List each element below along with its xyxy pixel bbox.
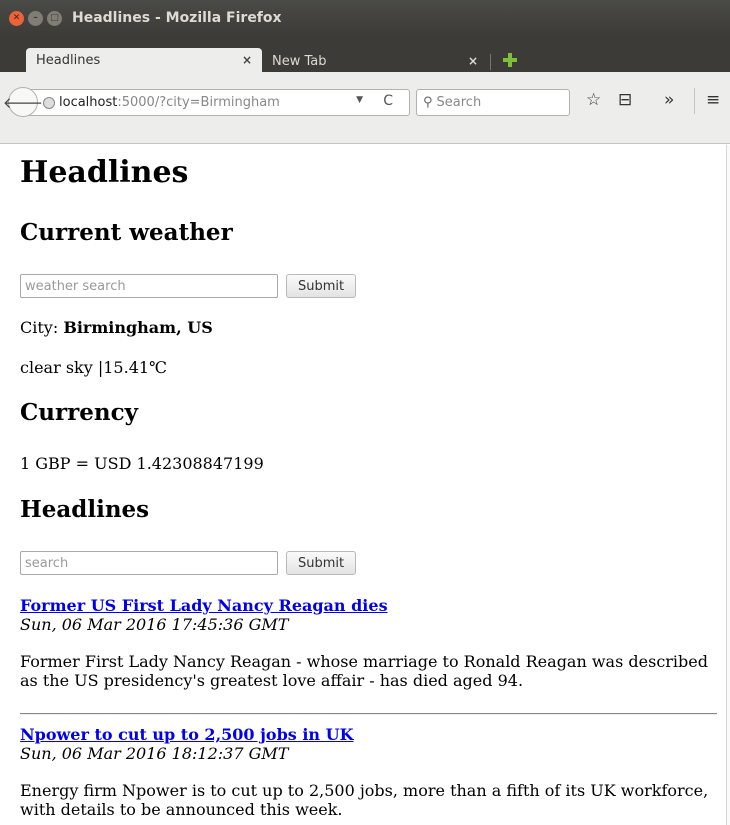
headlines-search-input[interactable] [20, 551, 278, 575]
weather-form: Submit [20, 274, 357, 298]
window-controls: ✕ – □ [9, 10, 62, 26]
weather-search-input[interactable] [20, 274, 278, 298]
tab-label: New Tab [272, 53, 327, 69]
reading-list-icon[interactable]: ⊟ [618, 90, 632, 110]
city-value: Birmingham, US [63, 318, 213, 337]
tab-separator [490, 54, 491, 70]
window-title: Headlines - Mozilla Firefox [72, 10, 282, 26]
article-link[interactable]: Npower to cut up to 2,500 jobs in UK [20, 725, 717, 744]
hamburger-menu-icon[interactable]: ≡ [706, 90, 720, 110]
headlines-form: Submit [20, 551, 357, 575]
reload-icon[interactable]: C [383, 93, 393, 109]
search-bar[interactable]: ⚲ [416, 89, 570, 116]
weather-conditions: clear sky |15.41℃ [20, 358, 167, 377]
page-title: Headlines [20, 155, 189, 190]
back-button[interactable]: 🡐 [3, 87, 43, 117]
page-viewport[interactable]: Headlines Current weather Submit City: B… [0, 145, 730, 825]
window-maximize-icon[interactable]: □ [47, 10, 62, 26]
weather-heading: Current weather [20, 219, 233, 246]
tab-strip: Headlines × New Tab × [0, 36, 730, 72]
tab-close-icon[interactable]: × [468, 54, 478, 68]
tab-label: Headlines [36, 52, 101, 68]
url-path: :5000/?city=Birmingham [117, 95, 280, 110]
city-line: City: Birmingham, US [20, 318, 213, 337]
article-item: Former US First Lady Nancy Reagan dies S… [20, 596, 717, 690]
window-minimize-icon[interactable]: – [28, 10, 43, 26]
toolbar-separator [694, 88, 695, 114]
scrollbar[interactable] [726, 145, 730, 825]
article-item: Npower to cut up to 2,500 jobs in UK Sun… [20, 725, 717, 819]
headlines-heading: Headlines [20, 496, 150, 523]
article-date: Sun, 06 Mar 2016 17:45:36 GMT [20, 615, 289, 634]
new-tab-button[interactable] [500, 50, 520, 70]
currency-heading: Currency [20, 399, 138, 426]
search-icon: ⚲ [423, 95, 433, 110]
url-host: localhost [59, 95, 118, 110]
navigation-toolbar: localhost:5000/?city=Birmingham ▼ C 🡐 ⚲ … [0, 72, 730, 144]
tab-close-icon[interactable]: × [242, 53, 252, 67]
window-close-icon[interactable]: ✕ [9, 10, 24, 26]
back-arrow-icon: 🡐 [2, 93, 44, 112]
url-dropdown-icon[interactable]: ▼ [356, 95, 363, 105]
article-divider [20, 713, 717, 715]
article-link[interactable]: Former US First Lady Nancy Reagan dies [20, 596, 717, 615]
currency-rate: 1 GBP = USD 1.42308847199 [20, 454, 264, 473]
search-input[interactable] [436, 95, 557, 110]
article-description: Energy firm Npower is to cut up to 2,500… [20, 781, 709, 819]
plus-icon [503, 53, 517, 67]
url-bar[interactable]: localhost:5000/?city=Birmingham ▼ C [24, 89, 410, 116]
article-description: Former First Lady Nancy Reagan - whose m… [20, 652, 708, 690]
tab-headlines[interactable]: Headlines × [26, 48, 262, 72]
article-date: Sun, 06 Mar 2016 18:12:37 GMT [20, 744, 289, 763]
site-identity-icon[interactable] [43, 96, 55, 109]
headlines-submit-button[interactable]: Submit [286, 551, 357, 575]
window-titlebar: ✕ – □ Headlines - Mozilla Firefox [0, 0, 730, 36]
bookmark-star-icon[interactable]: ☆ [586, 90, 601, 110]
tab-new-tab[interactable]: New Tab × [262, 50, 488, 72]
weather-submit-button[interactable]: Submit [286, 274, 357, 298]
overflow-chevron-icon[interactable]: » [664, 90, 674, 110]
city-label: City: [20, 318, 59, 337]
